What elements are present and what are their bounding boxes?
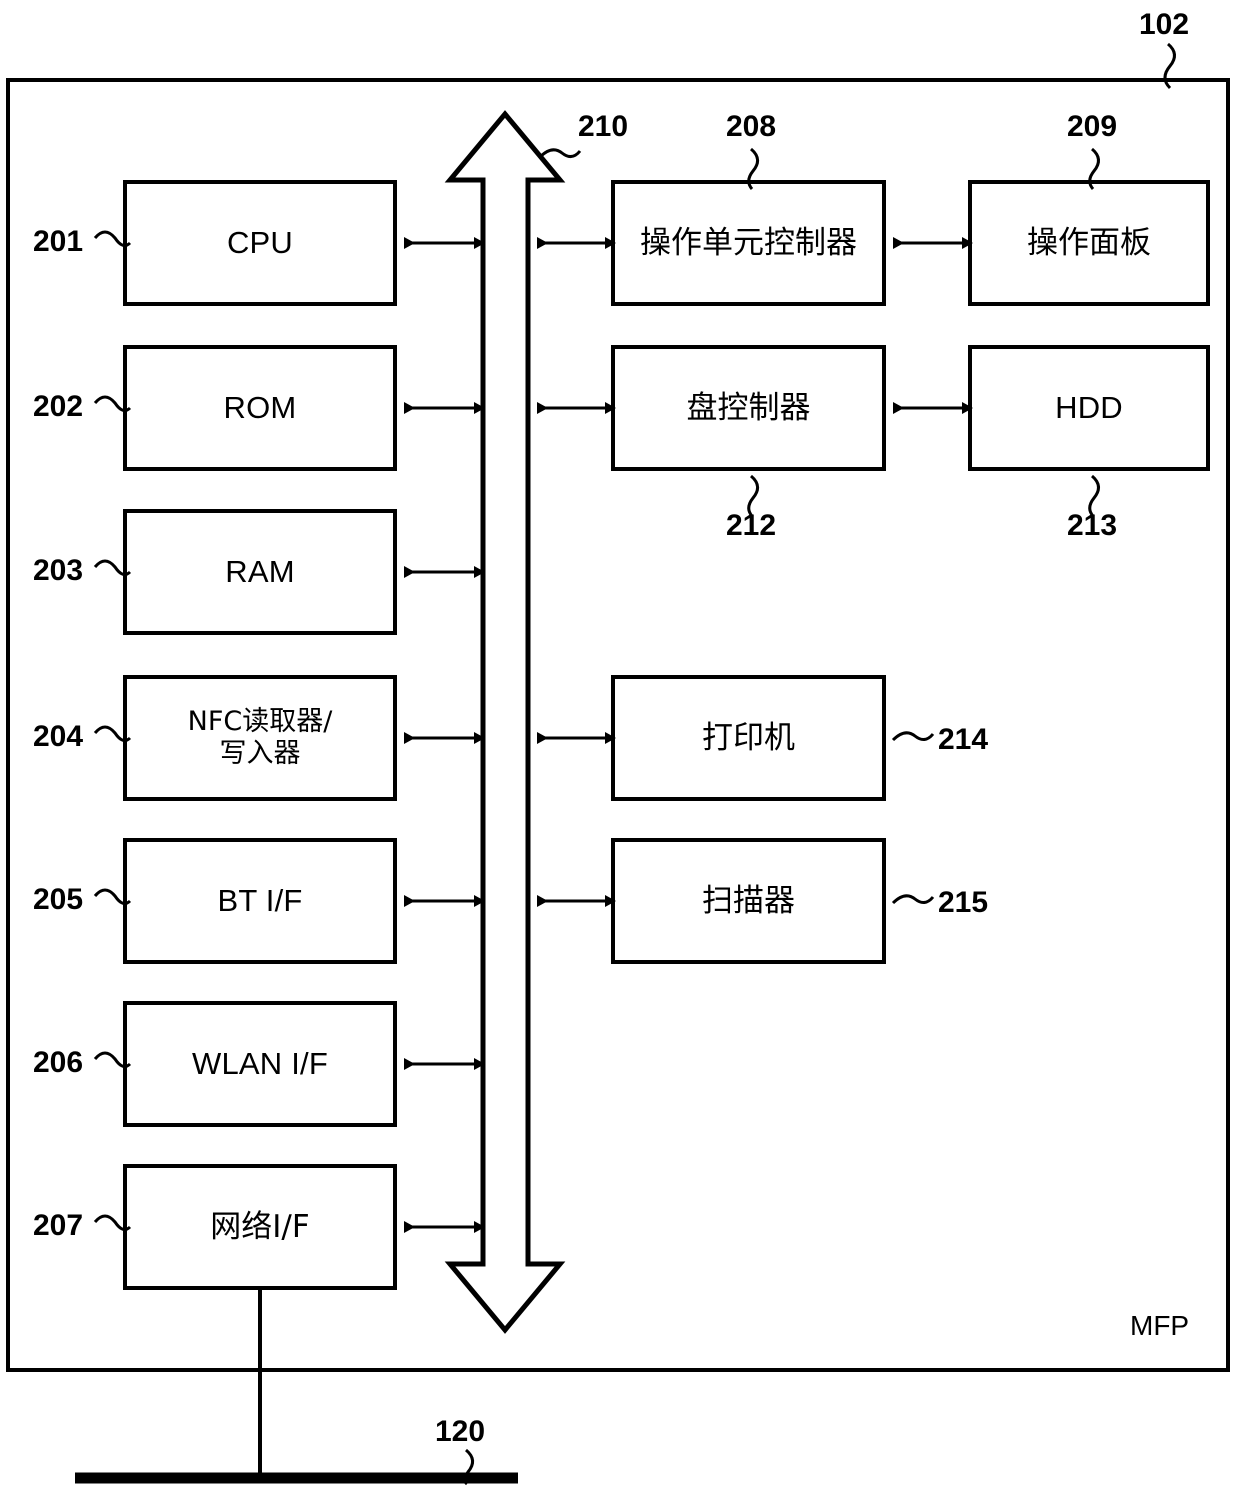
box-wlan-if — [123, 1001, 397, 1127]
box-ram — [123, 509, 397, 635]
ref-215: 215 — [938, 886, 989, 919]
ref-214: 214 — [938, 723, 989, 756]
ref-204: 204 — [33, 720, 84, 753]
ref-210: 210 — [578, 110, 629, 143]
ref-202: 202 — [33, 390, 84, 423]
box-scanner — [611, 838, 886, 964]
ref-213: 213 — [1067, 509, 1118, 542]
ref-209: 209 — [1067, 110, 1118, 143]
ref-102: 102 — [1139, 8, 1190, 41]
system-bus-arrow — [444, 110, 566, 1334]
ref-205: 205 — [33, 883, 84, 916]
box-cpu — [123, 180, 397, 306]
box-operation-panel — [968, 180, 1210, 306]
box-bt-if — [123, 838, 397, 964]
box-rom — [123, 345, 397, 471]
box-network-if — [123, 1164, 397, 1290]
ref-212: 212 — [726, 509, 777, 542]
ref-208: 208 — [726, 110, 777, 143]
diagram-vector-layer — [6, 42, 1230, 1486]
box-hdd — [968, 345, 1210, 471]
leader-214 — [891, 731, 935, 742]
ref-206: 206 — [33, 1046, 84, 1079]
box-printer — [611, 675, 886, 801]
box-operation-unit-controller — [611, 180, 886, 306]
box-nfc-reader-writer — [123, 675, 397, 801]
ref-203: 203 — [33, 554, 84, 587]
ref-120: 120 — [435, 1415, 486, 1448]
leader-215 — [891, 894, 935, 905]
mfp-enclosure-label: MFP — [1130, 1310, 1190, 1341]
ref-201: 201 — [33, 225, 84, 258]
box-disk-controller — [611, 345, 886, 471]
leader-210 — [538, 148, 582, 159]
figure-canvas: CPU ROM RAM NFC读取器/ 写入器 BT I/F WLAN I/F … — [0, 0, 1240, 1499]
ref-207: 207 — [33, 1209, 84, 1242]
